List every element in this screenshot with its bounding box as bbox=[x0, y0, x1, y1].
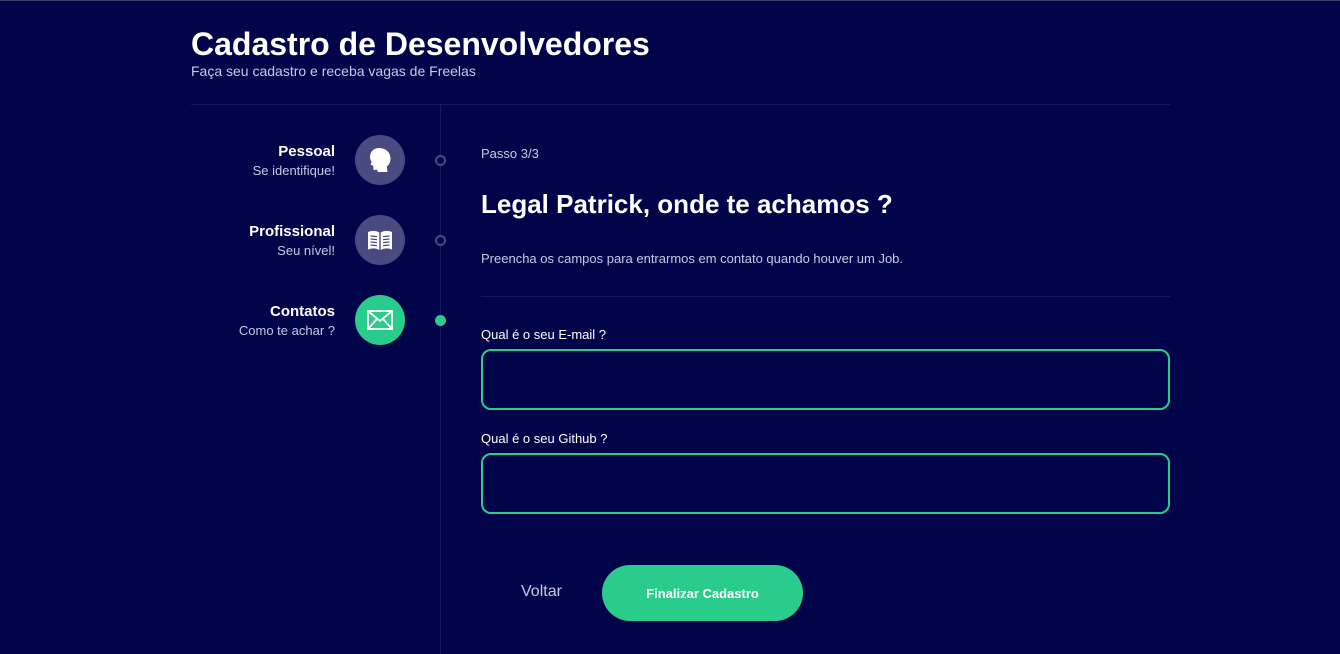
step-description: Como te achar ? bbox=[238, 323, 335, 338]
step-text: Contatos Como te achar ? bbox=[239, 303, 335, 339]
step-dot bbox=[435, 155, 446, 166]
form-title: Legal Patrick, onde te achamos ? bbox=[481, 189, 893, 219]
github-label: Qual é o seu Github ? bbox=[481, 431, 608, 446]
page-subtitle: Faça seu cadastro e receba vagas de Free… bbox=[191, 63, 476, 79]
back-button[interactable]: Voltar bbox=[521, 583, 562, 601]
step-pessoal[interactable]: Pessoal Se identifique! bbox=[191, 135, 461, 185]
step-dot-active bbox=[435, 315, 446, 326]
form-description: Preencha os campos para entrarmos em con… bbox=[481, 251, 904, 266]
email-field[interactable] bbox=[481, 349, 1170, 410]
header-divider bbox=[191, 104, 1170, 105]
step-profissional[interactable]: Profissional Seu nível! bbox=[191, 215, 461, 265]
step-icon-button[interactable] bbox=[355, 135, 405, 185]
step-text: Profissional Seu nível! bbox=[249, 223, 335, 259]
step-label: Profissional bbox=[249, 223, 335, 240]
email-label: Qual é o seu E-mail ? bbox=[481, 327, 607, 342]
step-indicator: Passo 3/3 bbox=[481, 146, 539, 161]
step-label: Contatos bbox=[270, 303, 335, 320]
step-dot bbox=[435, 235, 446, 246]
steps-divider bbox=[440, 105, 441, 654]
step-description: Se identifique! bbox=[252, 163, 335, 178]
page-title: Cadastro de Desenvolvedores bbox=[191, 26, 650, 62]
mail-icon bbox=[367, 310, 393, 330]
top-border bbox=[0, 0, 1340, 1]
book-icon bbox=[368, 230, 392, 250]
form-divider bbox=[481, 296, 1170, 297]
step-description: Seu nível! bbox=[277, 243, 335, 258]
github-field[interactable] bbox=[481, 453, 1170, 514]
step-label: Pessoal bbox=[278, 143, 335, 160]
step-contatos[interactable]: Contatos Como te achar ? bbox=[191, 295, 461, 345]
page-header: Cadastro de Desenvolvedores Faça seu cad… bbox=[191, 26, 650, 79]
finish-button[interactable]: Finalizar Cadastro bbox=[602, 565, 803, 621]
step-text: Pessoal Se identifique! bbox=[253, 143, 335, 179]
step-icon-button[interactable] bbox=[355, 295, 405, 345]
step-icon-button[interactable] bbox=[355, 215, 405, 265]
user-head-icon bbox=[370, 148, 391, 172]
